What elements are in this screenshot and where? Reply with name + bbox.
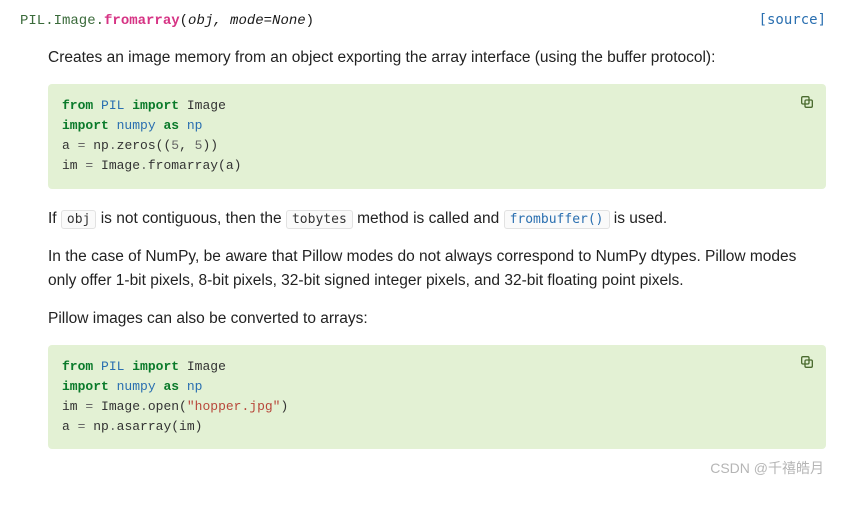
code-line: a = np.asarray(im) [62,417,812,437]
copy-button[interactable] [796,92,818,114]
source-link[interactable]: [source] [759,10,826,31]
copy-icon [799,98,815,113]
convert-paragraph: Pillow images can also be converted to a… [48,307,826,331]
contiguous-paragraph: If obj is not contiguous, then the tobyt… [48,207,826,231]
sig-module: PIL.Image. [20,13,104,29]
code-line: from PIL import Image [62,357,812,377]
doc-body: Creates an image memory from an object e… [20,46,826,449]
sig-close-paren: ) [306,13,314,29]
inline-code-tobytes: tobytes [286,210,353,229]
inline-code-obj: obj [61,210,96,229]
sig-name: fromarray [104,13,180,29]
copy-icon [799,358,815,373]
frombuffer-link[interactable]: frombuffer() [504,210,610,229]
code-example-1: from PIL import Image import numpy as np… [48,84,826,189]
signature-row: PIL.Image.fromarray(obj, mode=None) [sou… [20,10,826,32]
function-signature: PIL.Image.fromarray(obj, mode=None) [20,11,314,32]
numpy-note-paragraph: In the case of NumPy, be aware that Pill… [48,245,826,293]
watermark: CSDN @千禧皓月 [710,458,824,479]
intro-paragraph: Creates an image memory from an object e… [48,46,826,70]
code-line: from PIL import Image [62,96,812,116]
code-line: import numpy as np [62,377,812,397]
sig-params: obj, mode=None [188,13,306,29]
code-line: im = Image.fromarray(a) [62,156,812,176]
code-line: a = np.zeros((5, 5)) [62,136,812,156]
sig-open-paren: ( [180,13,188,29]
code-line: import numpy as np [62,116,812,136]
copy-button[interactable] [796,353,818,375]
code-example-2: from PIL import Image import numpy as np… [48,345,826,450]
code-line: im = Image.open("hopper.jpg") [62,397,812,417]
